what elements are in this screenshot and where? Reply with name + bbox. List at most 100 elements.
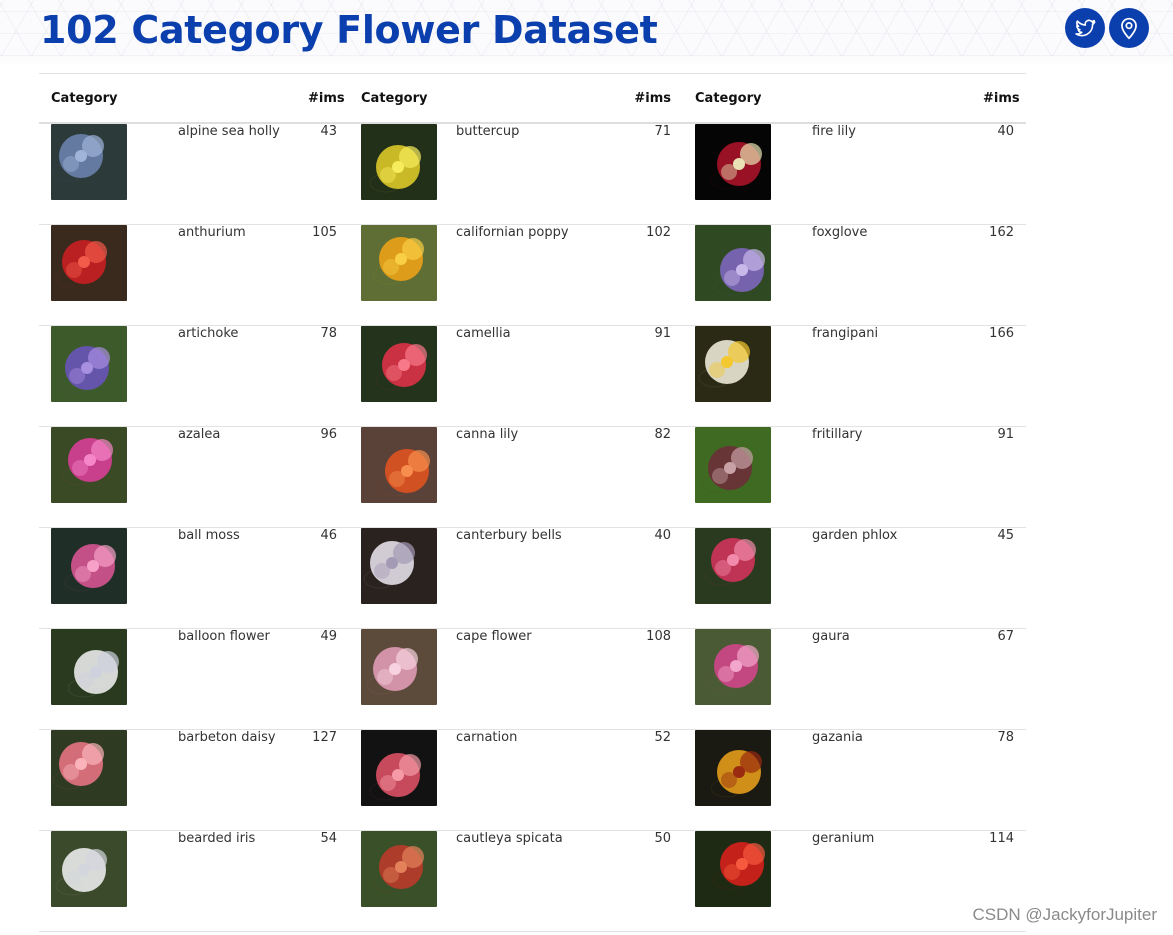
flower-thumbnail[interactable] xyxy=(361,629,437,705)
flower-name: barbeton daisy xyxy=(166,729,296,831)
flower-image-count: 71 xyxy=(617,123,683,225)
flower-image-count: 127 xyxy=(296,729,349,831)
flower-name: californian poppy xyxy=(444,224,617,326)
table-row: balloon flower 49 cape flower 108 gaura 67 xyxy=(39,628,1026,730)
twitter-button[interactable] xyxy=(1065,8,1105,48)
flower-name: canterbury bells xyxy=(444,527,617,629)
flower-name: garden phlox xyxy=(800,527,971,629)
flower-image-count: 50 xyxy=(617,830,683,932)
flower-thumbnail[interactable] xyxy=(361,225,437,301)
flower-image-cell xyxy=(349,729,444,831)
flower-thumbnail[interactable] xyxy=(695,831,771,907)
flower-image-cell xyxy=(349,224,444,326)
flower-image-cell xyxy=(349,123,444,225)
flower-image-count: 96 xyxy=(296,426,349,528)
flower-image-count: 45 xyxy=(971,527,1026,629)
flower-thumbnail[interactable] xyxy=(695,528,771,604)
flower-thumbnail[interactable] xyxy=(695,124,771,200)
flower-name: balloon flower xyxy=(166,628,296,730)
flower-image-count: 67 xyxy=(971,628,1026,730)
flower-image-count: 46 xyxy=(296,527,349,629)
flower-thumbnail[interactable] xyxy=(695,427,771,503)
flower-thumbnail[interactable] xyxy=(51,629,127,705)
flower-thumbnail[interactable] xyxy=(361,124,437,200)
flower-image-count: 52 xyxy=(617,729,683,831)
twitter-bird-icon xyxy=(1075,19,1096,37)
column-header-category-3: Category xyxy=(683,73,971,124)
flower-image-cell xyxy=(39,426,166,528)
flower-image-cell xyxy=(683,123,800,225)
flower-name: bearded iris xyxy=(166,830,296,932)
flower-name: anthurium xyxy=(166,224,296,326)
flower-thumbnail[interactable] xyxy=(695,225,771,301)
flower-name: frangipani xyxy=(800,325,971,427)
map-pin-icon xyxy=(1121,17,1137,40)
flower-name: foxglove xyxy=(800,224,971,326)
table-row: azalea 96 canna lily 82 fritillary 91 xyxy=(39,426,1026,528)
flower-thumbnail[interactable] xyxy=(51,528,127,604)
flower-image-cell xyxy=(683,426,800,528)
flower-name: fire lily xyxy=(800,123,971,225)
flower-thumbnail[interactable] xyxy=(695,326,771,402)
flower-thumbnail[interactable] xyxy=(361,831,437,907)
location-button[interactable] xyxy=(1109,8,1149,48)
flower-image-cell xyxy=(683,325,800,427)
flower-thumbnail[interactable] xyxy=(51,225,127,301)
flower-image-count: 91 xyxy=(617,325,683,427)
flower-image-cell xyxy=(349,830,444,932)
flower-name: azalea xyxy=(166,426,296,528)
table-row: barbeton daisy 127 carnation 52 gazania 78 xyxy=(39,729,1026,831)
flower-image-count: 43 xyxy=(296,123,349,225)
flower-name: carnation xyxy=(444,729,617,831)
table-body: alpine sea holly 43 buttercup 71 fire lily 40… xyxy=(39,123,1026,932)
flower-name: gazania xyxy=(800,729,971,831)
flower-thumbnail[interactable] xyxy=(361,730,437,806)
flower-image-count: 49 xyxy=(296,628,349,730)
flower-thumbnail[interactable] xyxy=(51,831,127,907)
flower-name: camellia xyxy=(444,325,617,427)
flower-image-count: 108 xyxy=(617,628,683,730)
flower-thumbnail[interactable] xyxy=(51,326,127,402)
flower-thumbnail[interactable] xyxy=(51,124,127,200)
flower-image-cell xyxy=(39,830,166,932)
flower-name: ball moss xyxy=(166,527,296,629)
flower-image-cell xyxy=(39,527,166,629)
flower-image-cell xyxy=(349,628,444,730)
flower-image-cell xyxy=(39,729,166,831)
flower-name: buttercup xyxy=(444,123,617,225)
table-header: Category #ims Category #ims Category #im… xyxy=(39,73,1026,124)
flower-image-count: 91 xyxy=(971,426,1026,528)
flower-image-cell xyxy=(683,628,800,730)
flower-name: fritillary xyxy=(800,426,971,528)
flower-name: geranium xyxy=(800,830,971,932)
flower-thumbnail[interactable] xyxy=(361,427,437,503)
table-row: anthurium 105 californian poppy 102 foxglove… xyxy=(39,224,1026,326)
flower-image-cell xyxy=(683,830,800,932)
flower-image-cell xyxy=(683,729,800,831)
flower-thumbnail[interactable] xyxy=(695,730,771,806)
flower-image-count: 40 xyxy=(971,123,1026,225)
flower-name: alpine sea holly xyxy=(166,123,296,225)
column-header-count-3: #ims xyxy=(971,73,1026,124)
flower-thumbnail[interactable] xyxy=(361,326,437,402)
flower-image-cell xyxy=(39,224,166,326)
flower-image-count: 54 xyxy=(296,830,349,932)
flower-name: cautleya spicata xyxy=(444,830,617,932)
column-header-category-1: Category xyxy=(39,73,296,124)
flower-image-count: 40 xyxy=(617,527,683,629)
flower-thumbnail[interactable] xyxy=(361,528,437,604)
flower-image-cell xyxy=(349,426,444,528)
watermark: CSDN @JackyforJupiter xyxy=(972,905,1157,924)
flower-category-table: Category #ims Category #ims Category #im… xyxy=(39,73,1026,932)
header-fade xyxy=(0,56,1173,66)
flower-image-count: 102 xyxy=(617,224,683,326)
flower-thumbnail[interactable] xyxy=(51,730,127,806)
flower-image-cell xyxy=(39,123,166,225)
flower-thumbnail[interactable] xyxy=(695,629,771,705)
column-header-count-2: #ims xyxy=(617,73,683,124)
page-title: 102 Category Flower Dataset xyxy=(40,8,658,52)
flower-image-cell xyxy=(39,628,166,730)
flower-thumbnail[interactable] xyxy=(51,427,127,503)
flower-image-cell xyxy=(683,527,800,629)
flower-image-count: 166 xyxy=(971,325,1026,427)
